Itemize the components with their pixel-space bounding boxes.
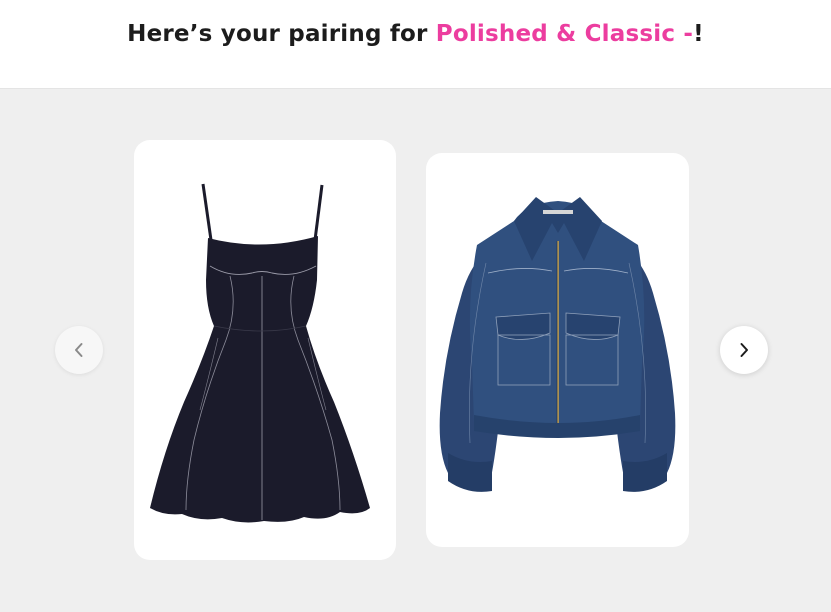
next-button[interactable] [720, 326, 768, 374]
page-title: Here’s your pairing for Polished & Class… [0, 21, 831, 47]
style-name: Polished & Classic - [435, 21, 694, 47]
page-header: Here’s your pairing for Polished & Class… [0, 0, 831, 89]
product-card-jacket[interactable] [426, 153, 689, 547]
title-suffix: ! [693, 21, 704, 47]
title-prefix: Here’s your pairing for [127, 21, 436, 47]
pairing-carousel [0, 89, 831, 612]
chevron-left-icon [75, 343, 83, 357]
chevron-right-icon [740, 343, 748, 357]
previous-button[interactable] [55, 326, 103, 374]
product-card-dress[interactable] [134, 140, 396, 560]
jacket-image [439, 197, 676, 492]
dress-image [150, 183, 370, 523]
